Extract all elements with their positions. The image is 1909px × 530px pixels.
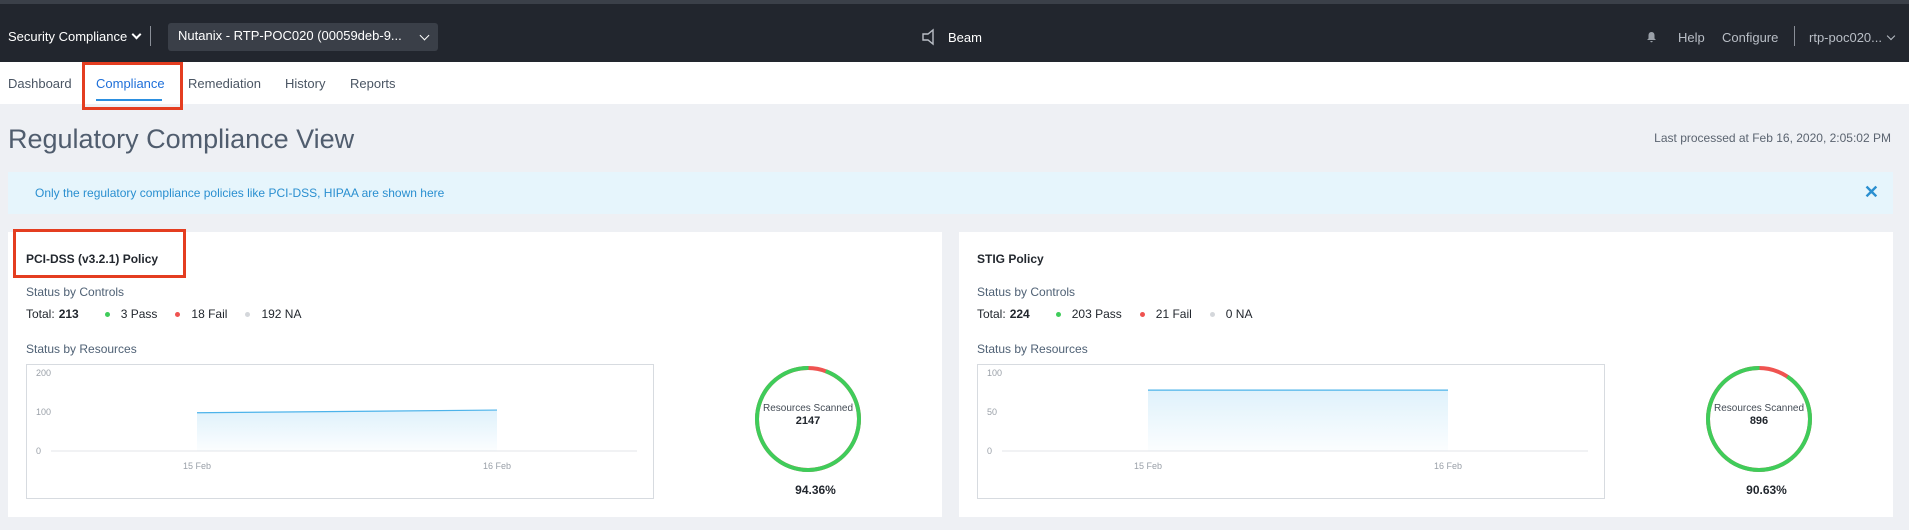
divider [1794,26,1795,46]
brand-logo: Beam [920,28,982,46]
total-value: 213 [58,307,79,321]
info-banner-text: Only the regulatory compliance policies … [35,186,445,200]
y-tick-label: 100 [36,407,51,417]
fail-dot-icon [175,311,181,317]
brand-name: Beam [948,29,982,45]
tab-remediation[interactable]: Remediation [188,76,261,91]
y-tick-label: 0 [36,446,41,456]
fail-count[interactable]: 21 Fail [1156,307,1192,321]
status-by-resources-label: Status by Resources [26,342,137,356]
tab-reports[interactable]: Reports [350,76,396,91]
compliance-percentage: 90.63% [1746,483,1787,497]
notifications-bell-icon[interactable] [1646,30,1657,48]
resources-scanned-value: 2147 [795,415,821,427]
x-tick-label: 15 Feb [1134,461,1162,471]
pass-count[interactable]: 203 Pass [1072,307,1122,321]
status-by-resources-label: Status by Resources [977,342,1088,356]
x-tick-label: 16 Feb [1434,461,1462,471]
resources-scanned-label: Resources Scanned [762,403,854,414]
donut-center-text: Resources Scanned 2147 [753,402,863,428]
resources-chart: 200 100 0 15 Feb 16 Feb [26,364,654,499]
beam-logo-icon [922,28,934,46]
user-name: rtp-poc020... [1809,30,1882,45]
resources-area [197,410,497,451]
fail-count[interactable]: 18 Fail [191,307,227,321]
highlight-box-policy-title [13,229,186,278]
resources-donut: Resources Scanned 896 [1704,364,1814,474]
na-count[interactable]: 192 NA [261,307,301,321]
resources-scanned-value: 896 [1749,415,1769,427]
tab-history[interactable]: History [285,76,325,91]
fail-dot-icon [1139,311,1145,317]
donut-center-text: Resources Scanned 896 [1704,402,1814,428]
info-banner: Only the regulatory compliance policies … [8,172,1893,214]
y-tick-label: 0 [987,446,992,456]
divider [150,26,151,46]
help-link[interactable]: Help [1678,30,1705,45]
top-navigation-bar: Security Compliance Nutanix - RTP-POC020… [0,0,1909,62]
user-menu[interactable]: rtp-poc020... [1809,30,1896,45]
compliance-percentage: 94.36% [795,483,836,497]
x-tick-label: 15 Feb [183,461,211,471]
close-icon[interactable]: ✕ [1864,182,1879,203]
chevron-down-icon [419,30,430,41]
y-tick-label: 100 [987,368,1002,378]
chevron-down-icon [131,29,142,40]
y-tick-label: 50 [987,407,997,417]
policy-card-stig: STIG Policy Status by Controls Total: 22… [959,232,1893,517]
pass-dot-icon [1055,311,1061,317]
policy-title[interactable]: STIG Policy [977,252,1044,266]
resources-chart: 100 50 0 15 Feb 16 Feb [977,364,1605,499]
total-label: Total: [26,307,55,321]
total-label: Total: [977,307,1006,321]
x-tick-label: 16 Feb [483,461,511,471]
highlight-box-compliance-tab [82,62,183,110]
tab-bar: Dashboard Compliance Remediation History… [0,62,1909,104]
na-dot-icon [1209,311,1215,317]
na-dot-icon [245,311,251,317]
resources-scanned-label: Resources Scanned [1713,403,1805,414]
pass-dot-icon [104,311,110,317]
total-value: 224 [1009,307,1030,321]
resources-area [1148,390,1448,451]
resources-donut: Resources Scanned 2147 [753,364,863,474]
na-count[interactable]: 0 NA [1226,307,1253,321]
account-selector-label: Nutanix - RTP-POC020 (00059deb-9... [178,28,402,43]
controls-summary: Total: 224 203 Pass 21 Fail 0 NA [977,307,1270,321]
tab-dashboard[interactable]: Dashboard [8,76,72,91]
status-by-controls-label: Status by Controls [977,285,1076,299]
configure-link[interactable]: Configure [1722,30,1778,45]
app-switcher-dropdown[interactable]: Security Compliance [8,29,142,44]
page-title: Regulatory Compliance View [8,124,355,154]
last-processed-timestamp: Last processed at Feb 16, 2020, 2:05:02 … [1654,131,1891,145]
app-switcher-label: Security Compliance [8,29,128,44]
chevron-down-icon [1886,31,1896,41]
account-selector[interactable]: Nutanix - RTP-POC020 (00059deb-9... [168,23,438,51]
controls-summary: Total: 213 3 Pass 18 Fail 192 NA [26,307,319,321]
status-by-controls-label: Status by Controls [26,285,125,299]
y-tick-label: 200 [36,368,51,378]
pass-count[interactable]: 3 Pass [121,307,158,321]
